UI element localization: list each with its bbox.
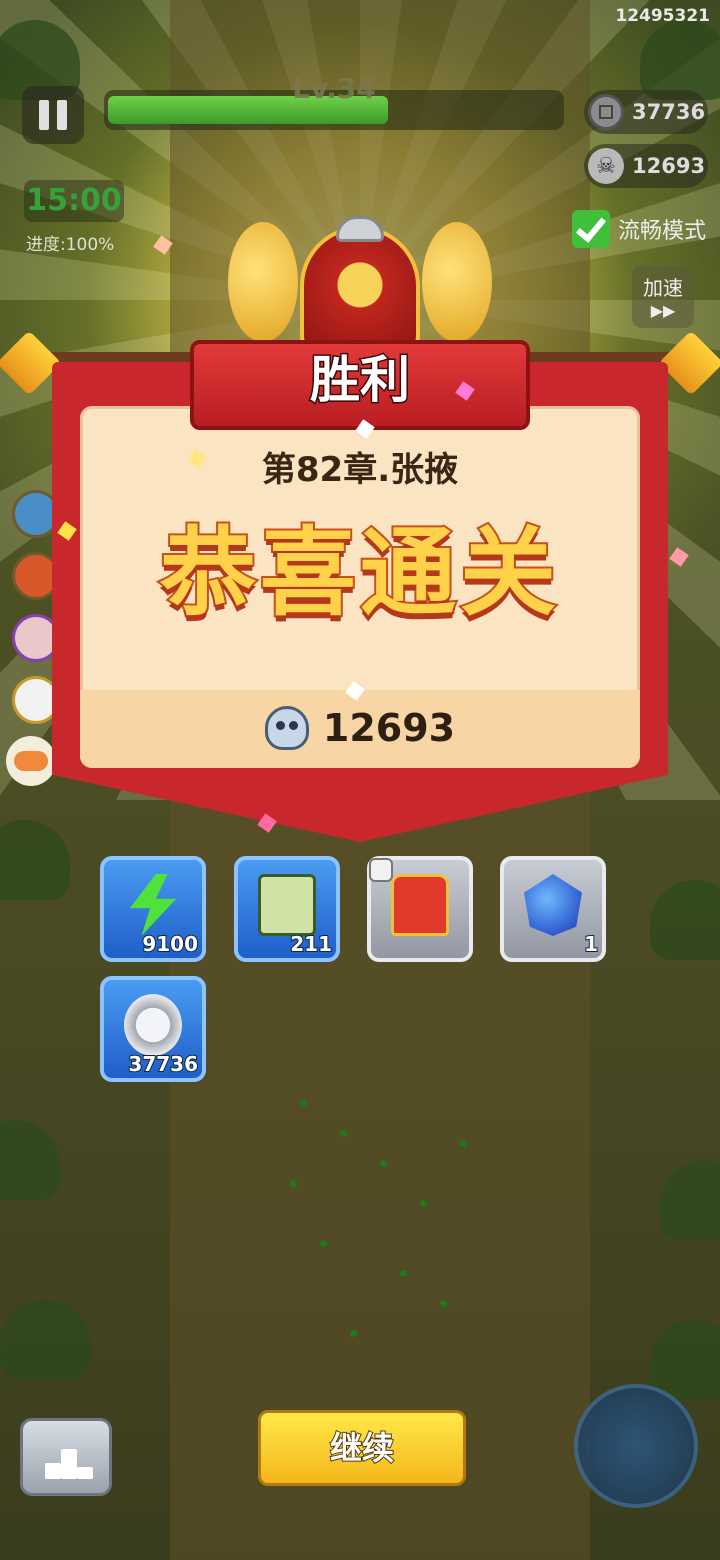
- battle-timer: 15:00: [24, 180, 124, 222]
- skull-count: 12693: [632, 154, 706, 178]
- progress-text: 进度:100%: [26, 235, 115, 255]
- skull-counter: ☠ 12693: [584, 144, 708, 188]
- energy-bolt-icon: [129, 874, 177, 936]
- reward-count: 211: [289, 931, 333, 957]
- skull-reward-row: 12693: [80, 700, 640, 756]
- reward-item[interactable]: 211: [234, 856, 340, 962]
- reward-item[interactable]: [367, 856, 473, 962]
- coin-counter: 37736: [584, 90, 708, 134]
- fast-forward-icon: ▶▶: [650, 301, 676, 320]
- reward-item[interactable]: 9100: [100, 856, 206, 962]
- reward-count: 9100: [141, 931, 199, 957]
- scroll-icon: [258, 874, 316, 936]
- gamepad-icon[interactable]: [6, 736, 56, 786]
- victory-title: 胜利: [309, 350, 412, 411]
- silver-coin-icon: [124, 994, 182, 1056]
- coin-count: 37736: [632, 100, 706, 124]
- skull-icon: ☠: [588, 148, 624, 184]
- clear-headline: 恭喜通关: [158, 515, 560, 631]
- speed-label: 加速: [643, 276, 683, 300]
- reward-count: 1: [583, 931, 599, 957]
- reward-item[interactable]: 37736: [100, 976, 206, 1082]
- check-icon: [571, 210, 610, 248]
- smooth-mode-toggle[interactable]: 流畅模式: [571, 210, 706, 248]
- smooth-mode-label: 流畅模式: [617, 219, 706, 244]
- level-label: Lv.34: [292, 72, 376, 105]
- laurel-left-icon: [228, 222, 298, 342]
- victory-helmet-icon: [300, 226, 420, 356]
- armor-icon: [391, 874, 449, 936]
- skill-button[interactable]: [574, 1384, 698, 1508]
- continue-button[interactable]: 继续: [258, 1410, 466, 1486]
- chapter-name: 第82章.张掖: [261, 450, 459, 490]
- pause-button[interactable]: [22, 86, 84, 144]
- reward-item[interactable]: 1: [500, 856, 606, 962]
- reward-count: 37736: [127, 1051, 199, 1077]
- skull-icon: [264, 706, 309, 750]
- speed-up-button[interactable]: 加速 ▶▶: [632, 266, 694, 328]
- player-id: 12495321: [615, 6, 710, 26]
- new-badge-icon: [369, 858, 393, 882]
- blue-gem-icon: [524, 874, 582, 936]
- leaderboard-button[interactable]: [20, 1418, 112, 1496]
- laurel-right-icon: [422, 222, 492, 342]
- pause-icon: [39, 100, 49, 130]
- coin-icon: [588, 94, 624, 130]
- skull-reward-total: 12693: [322, 706, 456, 750]
